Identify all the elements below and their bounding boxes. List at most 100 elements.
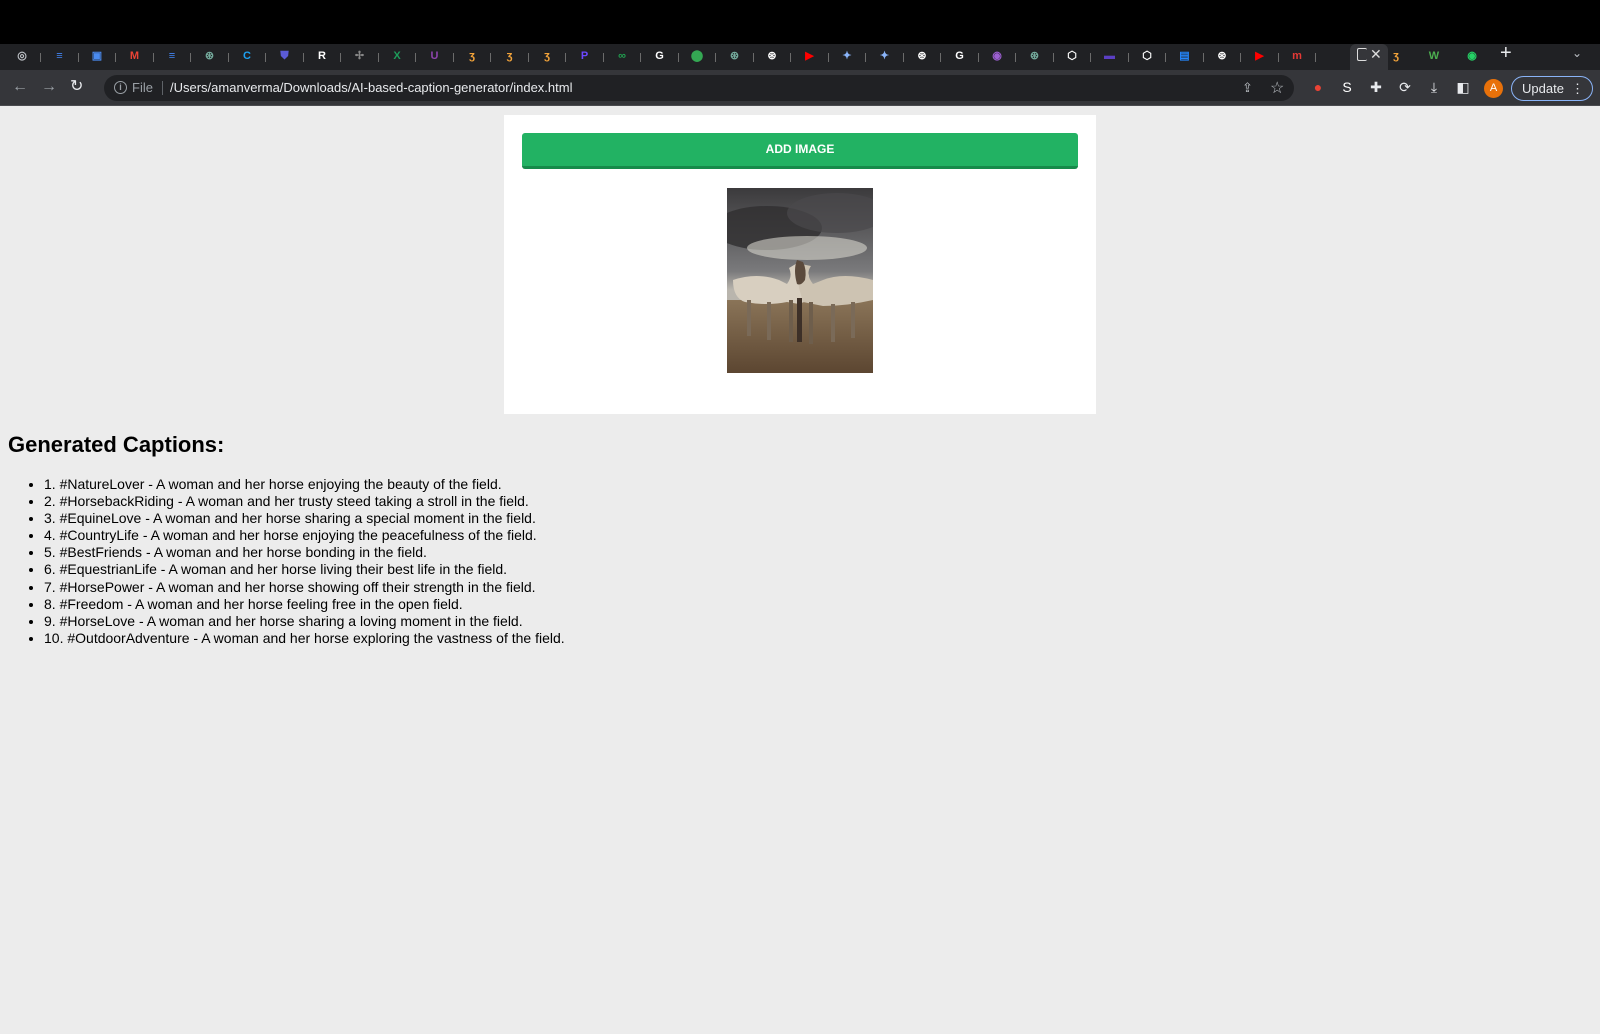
tab-p-icon[interactable]: P [577,48,593,64]
tab-google-icon[interactable]: G [652,48,668,64]
caption-item: 9. #HorseLove - A woman and her horse sh… [44,613,565,630]
tab-excel-icon[interactable]: X [389,48,405,64]
tab-openai-icon[interactable]: ⊛ [1214,48,1230,64]
tab-separator [1240,53,1241,62]
tab-separator [865,53,866,62]
address-divider [162,81,163,95]
forward-arrow-icon[interactable]: → [41,78,57,96]
back-arrow-icon[interactable]: ← [12,78,28,96]
download-icon[interactable]: ⤓ [1426,79,1442,95]
share-icon[interactable]: ⇪ [1242,80,1253,96]
sidebar-icon[interactable]: ◧ [1455,79,1471,95]
page-favicon-icon [1357,48,1367,61]
tab-search-button[interactable]: ⌄ [1572,46,1582,60]
tab-chrome-icon[interactable]: ◎ [14,48,30,64]
tab-hand-icon[interactable]: ʒ [539,48,555,64]
profile-avatar[interactable]: A [1484,79,1503,98]
tab-openai-icon[interactable]: ⊛ [914,48,930,64]
address-scheme-label: File [132,80,153,95]
caption-item: 10. #OutdoorAdventure - A woman and her … [44,630,565,647]
tab-whatsapp-icon[interactable]: ◉ [1464,48,1480,64]
captions-heading: Generated Captions: [8,432,225,457]
tab-separator [415,53,416,62]
tab-box-icon[interactable]: ▤ [1177,48,1193,64]
s-extension-icon[interactable]: S [1339,79,1355,95]
tab-separator [490,53,491,62]
sync-icon[interactable]: ⟳ [1397,79,1413,95]
tab-u-icon[interactable]: U [427,48,443,64]
tab-maps-icon[interactable]: ⬤ [689,48,705,64]
tab-link-icon[interactable]: ✢ [352,48,368,64]
tab-separator [452,53,454,62]
tab-gmail-icon[interactable]: M [127,48,143,64]
tab-codepen-icon[interactable]: ⬡ [1064,48,1080,64]
tab-codepen-icon[interactable]: ⬡ [1139,48,1155,64]
caption-item: 1. #NatureLover - A woman and her horse … [44,476,565,493]
kebab-menu-icon[interactable]: ⋮ [1571,77,1584,100]
tab-infinity-icon[interactable]: ∞ [614,48,630,64]
browser-toolbar: ← → ↻ i File /Users/amanverma/Downloads/… [0,70,1600,106]
reload-icon[interactable]: ↻ [70,78,83,96]
tab-separator [602,53,604,62]
tab-coursera-icon[interactable]: ▬ [1102,48,1118,64]
tab-separator [1277,53,1279,62]
puzzle-icon[interactable]: ✚ [1368,79,1384,95]
tab-chatgpt-icon[interactable]: ⊛ [1027,48,1043,64]
tab-sparkle-icon[interactable]: ✦ [877,48,893,64]
tab-separator [715,53,716,62]
tab-separator [677,53,679,62]
tab-target-icon[interactable]: ◉ [989,48,1005,64]
tab-hand-icon[interactable]: ʒ [502,48,518,64]
bookmark-star-icon[interactable]: ☆ [1270,78,1284,98]
tab-separator [640,53,641,62]
tab-hand-icon[interactable]: ʒ [464,48,480,64]
tab-separator [1315,53,1316,62]
tab-shield-icon[interactable]: ⛊ [277,48,293,64]
tab-separator [527,53,529,62]
caption-item: 7. #HorsePower - A woman and her horse s… [44,579,565,596]
tab-youtube-icon[interactable]: ▶ [802,48,818,64]
tab-my-icon[interactable]: m [1289,48,1305,64]
tab-separator [1015,53,1016,62]
tab-separator [152,53,154,62]
caption-item: 6. #EquestrianLife - A woman and her hor… [44,561,565,578]
active-tab[interactable]: ✕ [1350,44,1388,70]
tab-w-icon[interactable]: W [1426,48,1442,64]
url-text[interactable]: /Users/amanverma/Downloads/AI-based-capt… [170,80,572,95]
tab-separator [940,53,941,62]
tab-separator [302,53,304,62]
caption-item: 3. #EquineLove - A woman and her horse s… [44,510,565,527]
tab-youtube-icon[interactable]: ▶ [1252,48,1268,64]
update-button-label: Update [1522,81,1564,96]
tab-hand-icon[interactable]: ʒ [1388,48,1404,64]
record-icon[interactable]: ● [1310,79,1326,95]
tab-separator [1127,53,1129,62]
update-button[interactable]: Update ⋮ [1511,76,1593,101]
tab-chatgpt-icon[interactable]: ⊛ [727,48,743,64]
tab-google-docs-icon[interactable]: ≡ [164,48,180,64]
tab-openai-icon[interactable]: ⊛ [764,48,780,64]
captions-list: 1. #NatureLover - A woman and her horse … [44,476,565,647]
caption-item: 4. #CountryLife - A woman and her horse … [44,527,565,544]
tab-canva-icon[interactable]: C [239,48,255,64]
caption-item: 2. #HorsebackRiding - A woman and her tr… [44,493,565,510]
address-bar[interactable]: i File /Users/amanverma/Downloads/AI-bas… [104,75,1294,101]
tab-list: ✕ ◎ ≡ ▣ M ≡ ⊛ C ⛊ R ✢ X Uʒ ʒ ʒ P ∞ G ⬤ ⊛ ⊛ ▶ ✦ ✦ ⊛ G ◉ ⊛ ⬡ ▬ ⬡ ▤ ⊛ ▶ m ʒ W ◉ [14,44,1600,70]
tab-sparkle-icon[interactable]: ✦ [839,48,855,64]
tab-teams-icon[interactable]: ▣ [89,48,105,64]
add-image-button[interactable]: ADD IMAGE [522,133,1078,169]
tab-google-icon[interactable]: G [952,48,968,64]
tab-r-icon[interactable]: R [314,48,330,64]
tab-separator [902,53,904,62]
caption-item: 5. #BestFriends - A woman and her horse … [44,544,565,561]
tab-separator [227,53,229,62]
close-tab-icon[interactable]: ✕ [1370,46,1382,63]
tab-separator [190,53,191,62]
new-tab-button[interactable]: + [1500,43,1512,63]
tab-separator [340,53,341,62]
tab-separator [565,53,566,62]
site-info-icon[interactable]: i [114,81,127,94]
tab-separator [1165,53,1166,62]
tab-chatgpt-icon[interactable]: ⊛ [202,48,218,64]
tab-google-docs-icon[interactable]: ≡ [52,48,68,64]
